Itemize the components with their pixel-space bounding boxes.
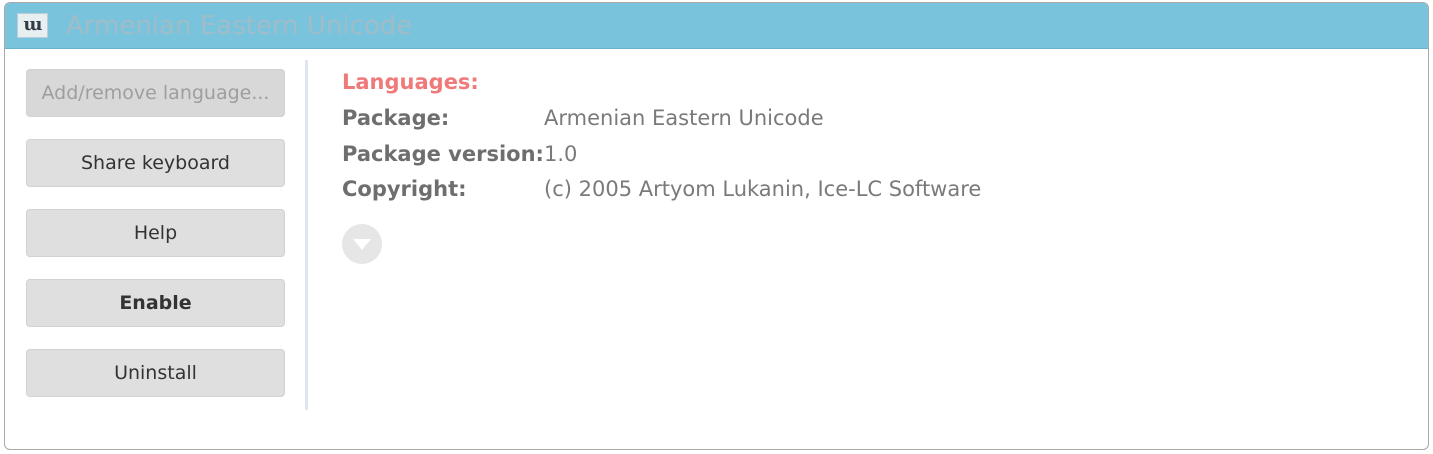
copyright-value: (c) 2005 Artyom Lukanin, Ice-LC Software	[544, 177, 982, 201]
copyright-label: Copyright:	[342, 177, 467, 201]
expand-details-button[interactable]	[342, 224, 382, 264]
package-value: Armenian Eastern Unicode	[544, 106, 824, 130]
package-label: Package:	[342, 106, 450, 130]
vertical-divider	[305, 60, 308, 410]
share-keyboard-button[interactable]: Share keyboard	[26, 139, 285, 187]
enable-button[interactable]: Enable	[26, 279, 285, 327]
title-bar: ա Armenian Eastern Unicode	[5, 3, 1428, 49]
package-title: Armenian Eastern Unicode	[66, 11, 413, 41]
help-button[interactable]: Help	[26, 209, 285, 257]
uninstall-button[interactable]: Uninstall	[26, 349, 285, 397]
keyboard-package-icon: ա	[17, 13, 48, 38]
languages-label: Languages:	[342, 70, 479, 94]
package-version-value: 1.0	[544, 142, 578, 166]
chevron-down-circle-icon	[353, 239, 371, 250]
package-version-label: Package version:	[342, 142, 544, 166]
add-remove-language-button[interactable]: Add/remove language...	[26, 69, 285, 117]
keyboard-package-panel: ա Armenian Eastern Unicode Add/remove la…	[4, 2, 1429, 450]
